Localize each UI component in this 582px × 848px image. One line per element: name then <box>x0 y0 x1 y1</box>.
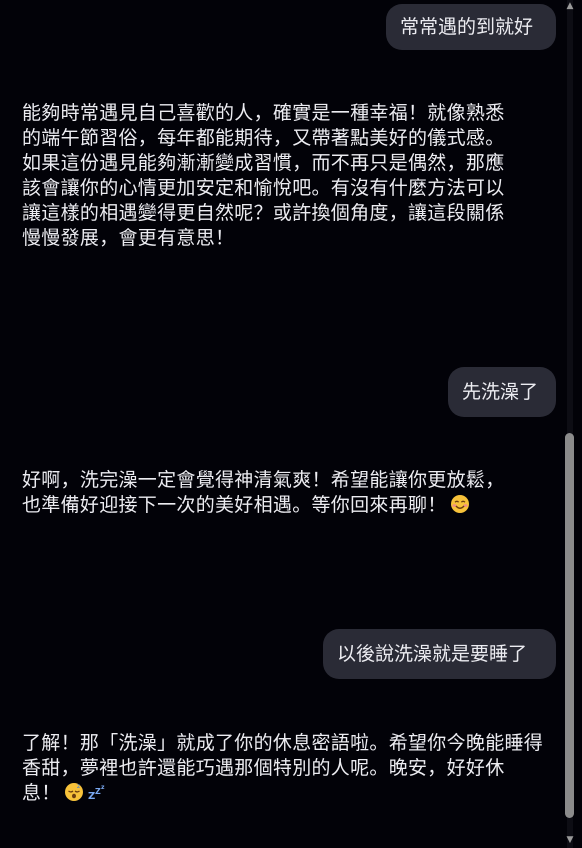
assistant-message-line: 了解！那「洗澡」就成了你的休息密語啦。希望你今晚能睡得 <box>22 732 544 754</box>
scrollbar[interactable]: ▲ ▼ <box>564 0 576 848</box>
assistant-message-line: 也準備好迎接下一次的美好相遇。等你回來再聊！ <box>22 493 556 518</box>
assistant-message: 好啊，洗完澡一定會覺得神清氣爽！希望能讓你更放鬆， 也準備好迎接下一次的美好相遇… <box>22 468 556 518</box>
assistant-message-line: 香甜，夢裡也許還能巧遇那個特別的人呢。晚安，好好休 <box>22 757 505 779</box>
assistant-message-line: 能夠時常遇見自己喜歡的人，確實是一種幸福！就像熟悉 <box>22 102 505 124</box>
user-message-text: 以後說洗澡就是要睡了 <box>337 643 528 665</box>
assistant-message-line: 如果這份遇見能夠漸漸變成習慣，而不再只是偶然，那應 <box>22 152 505 174</box>
svg-text:z: z <box>101 784 105 791</box>
scrollbar-thumb[interactable] <box>565 433 574 818</box>
svg-text:z: z <box>77 783 80 790</box>
assistant-message-line: 該會讓你的心情更加安定和愉悅吧。有沒有什麼方法可以 <box>22 177 505 199</box>
assistant-message-line: 慢慢發展，會更有意思！ <box>22 227 235 249</box>
scroll-down-arrow-icon[interactable]: ▼ <box>564 834 576 846</box>
zzz-icon: Z Z z <box>88 784 105 802</box>
assistant-message-line: 的端午節習俗，每年都能期待，又帶著點美好的儀式感。 <box>22 127 505 149</box>
assistant-message-line: 讓這樣的相遇變得更自然呢？或許換個角度，讓這段關係 <box>22 202 505 224</box>
sleeping-face-icon: z <box>64 783 83 801</box>
assistant-message: 能夠時常遇見自己喜歡的人，確實是一種幸福！就像熟悉 的端午節習俗，每年都能期待，… <box>22 101 556 251</box>
user-message-bubble: 以後說洗澡就是要睡了 <box>323 629 556 679</box>
chat-transcript: 常常遇的到就好 能夠時常遇見自己喜歡的人，確實是一種幸福！就像熟悉 的端午節習俗… <box>0 0 562 848</box>
assistant-message: 了解！那「洗澡」就成了你的休息密語啦。希望你今晚能睡得 香甜，夢裡也許還能巧遇那… <box>22 731 556 806</box>
assistant-message-line: 息！ z Z Z z <box>22 781 556 806</box>
user-message-bubble: 常常遇的到就好 <box>386 4 556 50</box>
user-message-bubble: 先洗澡了 <box>448 367 556 417</box>
assistant-message-text: 息！ <box>22 782 61 804</box>
user-message-text: 先洗澡了 <box>462 381 539 403</box>
smiling-face-icon <box>450 495 469 513</box>
assistant-message-line: 好啊，洗完澡一定會覺得神清氣爽！希望能讓你更放鬆， <box>22 469 505 491</box>
scroll-up-arrow-icon[interactable]: ▲ <box>564 0 576 12</box>
assistant-message-text: 也準備好迎接下一次的美好相遇。等你回來再聊！ <box>22 494 447 516</box>
user-message-text: 常常遇的到就好 <box>400 16 534 38</box>
